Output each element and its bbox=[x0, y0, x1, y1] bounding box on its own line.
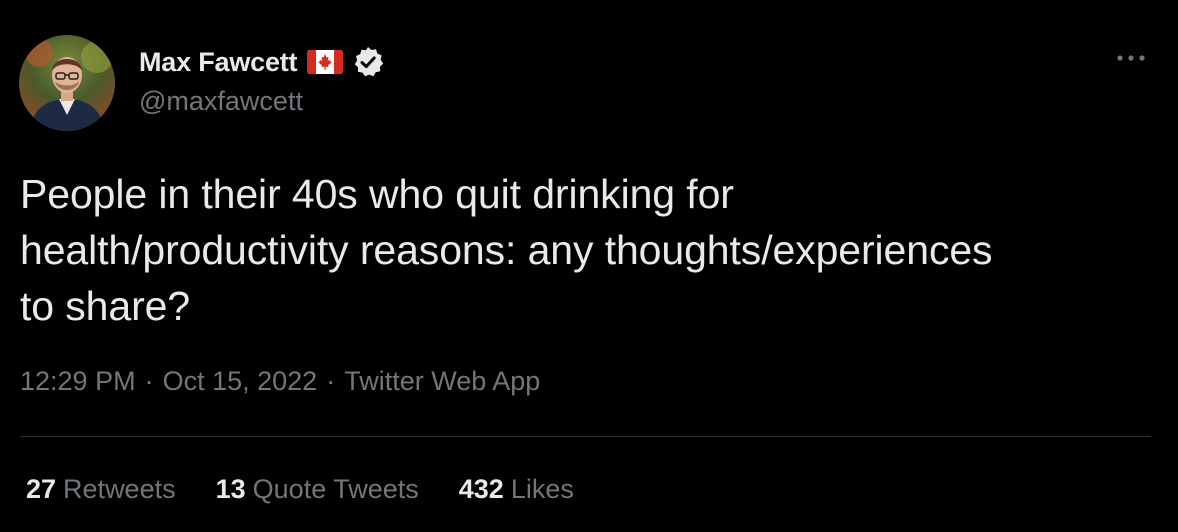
likes-count: 432 bbox=[458, 474, 504, 504]
author-block: Max Fawcett @maxfawcett bbox=[139, 44, 385, 117]
tweet-card: Max Fawcett @maxfawcett People in their … bbox=[0, 0, 1178, 532]
profile-photo-icon bbox=[19, 35, 115, 131]
divider bbox=[20, 436, 1151, 437]
tweet-date[interactable]: Oct 15, 2022 bbox=[163, 366, 318, 397]
tweet-source[interactable]: Twitter Web App bbox=[344, 366, 540, 397]
avatar[interactable] bbox=[19, 35, 115, 131]
quote-tweets-count: 13 bbox=[215, 474, 246, 504]
verified-badge-icon bbox=[351, 45, 385, 79]
tweet-text: People in their 40s who quit drinking fo… bbox=[20, 171, 993, 329]
canada-flag-icon bbox=[307, 49, 344, 75]
retweets-label: Retweets bbox=[63, 474, 176, 504]
more-horizontal-icon bbox=[1117, 55, 1145, 61]
retweets-count: 27 bbox=[26, 474, 57, 504]
engagement-stats: 27 Retweets 13 Quote Tweets 432 Likes bbox=[26, 474, 614, 505]
name-row: Max Fawcett bbox=[139, 44, 385, 80]
likes-label: Likes bbox=[510, 474, 574, 504]
more-options-button[interactable] bbox=[1114, 48, 1148, 68]
display-name[interactable]: Max Fawcett bbox=[139, 47, 298, 78]
retweets-stat[interactable]: 27 Retweets bbox=[26, 474, 176, 505]
tweet-time[interactable]: 12:29 PM bbox=[20, 366, 136, 397]
meta-separator: · bbox=[144, 366, 154, 396]
likes-stat[interactable]: 432 Likes bbox=[459, 474, 574, 505]
tweet-metadata: 12:29 PM · Oct 15, 2022 · Twitter Web Ap… bbox=[20, 366, 540, 397]
meta-separator: · bbox=[326, 366, 336, 396]
quote-tweets-label: Quote Tweets bbox=[252, 474, 419, 504]
quote-tweets-stat[interactable]: 13 Quote Tweets bbox=[216, 474, 419, 505]
user-handle[interactable]: @maxfawcett bbox=[139, 86, 385, 117]
